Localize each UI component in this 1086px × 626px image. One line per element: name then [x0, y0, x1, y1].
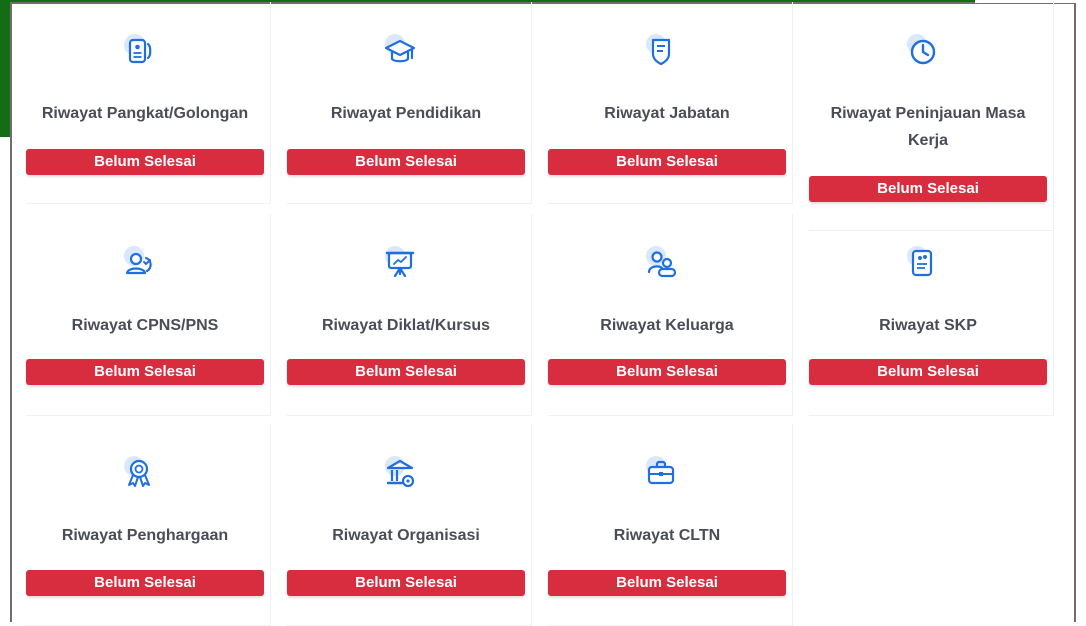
card-riwayat-cpns-pns[interactable]: Riwayat CPNS/PNS Belum Selesai — [10, 214, 271, 416]
card-riwayat-skp[interactable]: Riwayat SKP Belum Selesai — [793, 214, 1054, 416]
riwayat-card-grid: Riwayat Pangkat/Golongan Belum Selesai R… — [0, 0, 1086, 626]
family-users-icon — [642, 244, 680, 282]
status-badge: Belum Selesai — [809, 176, 1047, 202]
card-title: Riwayat CLTN — [613, 527, 721, 544]
card-riwayat-peninjauan-masa-kerja[interactable]: Riwayat Peninjauan Masa Kerja Belum Sele… — [793, 2, 1054, 231]
status-badge: Belum Selesai — [809, 359, 1047, 385]
status-badge: Belum Selesai — [287, 359, 525, 385]
card-title: Riwayat Keluarga — [600, 317, 734, 334]
card-riwayat-cltn[interactable]: Riwayat CLTN Belum Selesai — [532, 424, 793, 626]
status-badge: Belum Selesai — [287, 570, 525, 596]
card-title: Riwayat Penghargaan — [61, 527, 229, 544]
card-riwayat-penghargaan[interactable]: Riwayat Penghargaan Belum Selesai — [10, 424, 271, 626]
user-check-icon — [120, 244, 158, 282]
card-title: Riwayat Organisasi — [332, 527, 480, 544]
status-badge: Belum Selesai — [548, 570, 786, 596]
status-badge: Belum Selesai — [548, 149, 786, 175]
status-badge: Belum Selesai — [287, 149, 525, 175]
card-riwayat-diklat-kursus[interactable]: Riwayat Diklat/Kursus Belum Selesai — [271, 214, 532, 416]
award-medal-icon — [120, 454, 158, 492]
graduation-cap-icon — [381, 32, 419, 70]
status-badge: Belum Selesai — [548, 359, 786, 385]
card-riwayat-jabatan[interactable]: Riwayat Jabatan Belum Selesai — [532, 2, 793, 204]
card-riwayat-keluarga[interactable]: Riwayat Keluarga Belum Selesai — [532, 214, 793, 416]
status-badge: Belum Selesai — [26, 570, 264, 596]
clock-icon — [903, 32, 941, 70]
card-title: Riwayat SKP — [879, 317, 977, 334]
card-riwayat-organisasi[interactable]: Riwayat Organisasi Belum Selesai — [271, 424, 532, 626]
id-card-icon — [120, 32, 158, 70]
card-title: Riwayat Pangkat/Golongan — [41, 105, 249, 122]
document-report-icon — [903, 244, 941, 282]
organization-building-icon — [381, 454, 419, 492]
card-title: Riwayat CPNS/PNS — [71, 317, 219, 334]
card-title: Riwayat Peninjauan Masa Kerja — [830, 105, 1026, 149]
card-riwayat-pendidikan[interactable]: Riwayat Pendidikan Belum Selesai — [271, 2, 532, 204]
card-riwayat-pangkat-golongan[interactable]: Riwayat Pangkat/Golongan Belum Selesai — [10, 2, 271, 204]
status-badge: Belum Selesai — [26, 149, 264, 175]
card-title: Riwayat Jabatan — [604, 105, 730, 122]
card-title: Riwayat Pendidikan — [330, 105, 482, 122]
briefcase-icon — [642, 454, 680, 492]
presentation-board-icon — [381, 244, 419, 282]
badge-shield-icon — [642, 32, 680, 70]
card-title: Riwayat Diklat/Kursus — [321, 317, 491, 334]
status-badge: Belum Selesai — [26, 359, 264, 385]
